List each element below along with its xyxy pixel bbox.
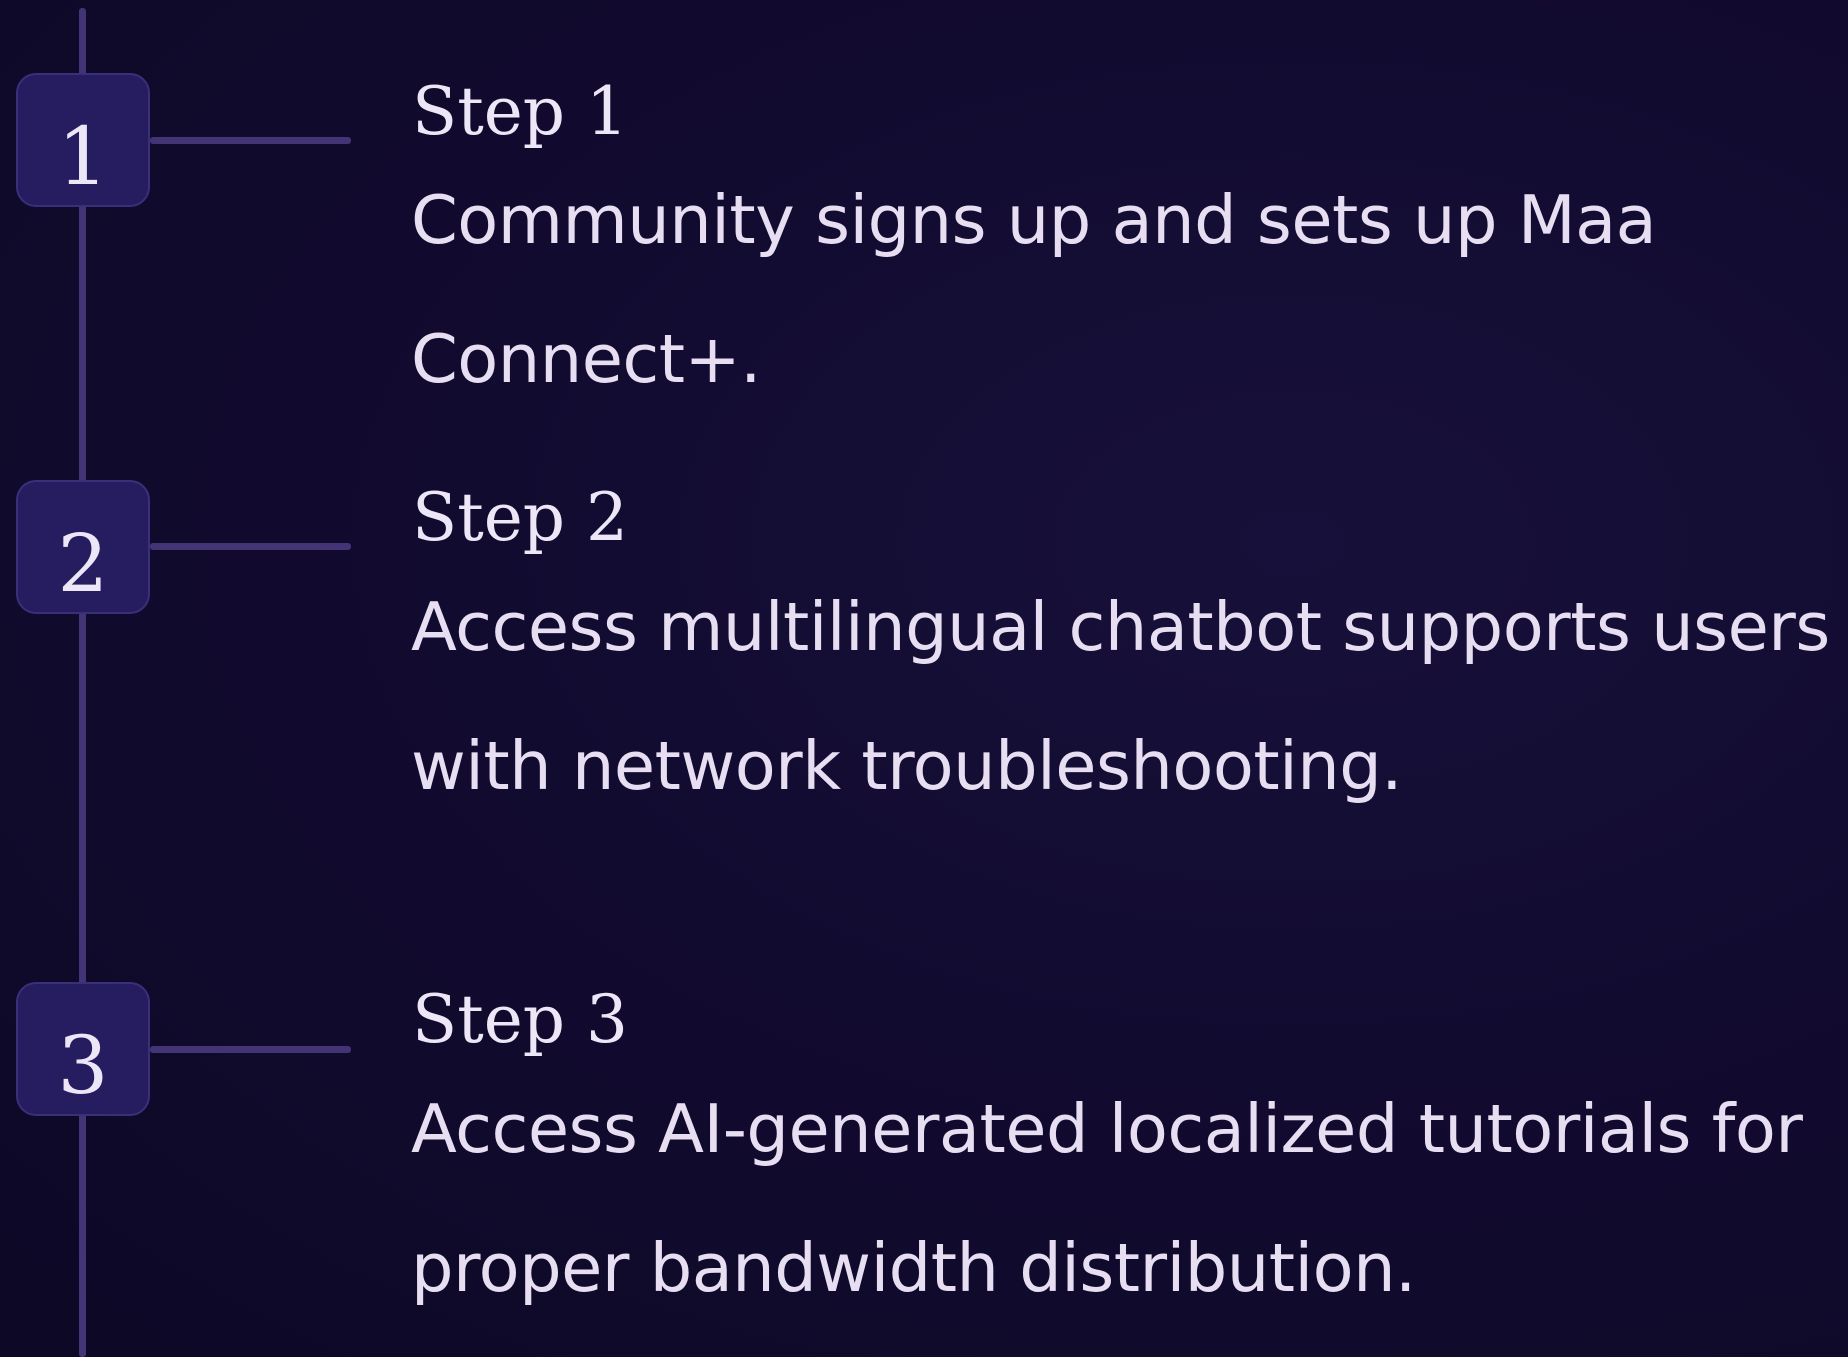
step-3-connector bbox=[150, 1046, 351, 1053]
step-1-badge: 1 bbox=[16, 73, 150, 207]
step-1-connector bbox=[150, 137, 351, 144]
step-2-number: 2 bbox=[57, 517, 109, 610]
step-3-number: 3 bbox=[57, 1019, 109, 1112]
step-1-description: Community signs up and sets up Maa Conne… bbox=[411, 181, 1657, 398]
timeline-vertical-line bbox=[79, 8, 86, 1357]
step-2-title: Step 2 bbox=[412, 479, 629, 556]
step-3-badge: 3 bbox=[16, 982, 150, 1116]
step-1-title: Step 1 bbox=[412, 73, 629, 150]
step-3-title: Step 3 bbox=[412, 981, 629, 1058]
step-3-description: Access AI-generated localized tutorials … bbox=[411, 1090, 1803, 1307]
step-2-description: Access multilingual chatbot supports use… bbox=[411, 588, 1830, 805]
step-2-badge: 2 bbox=[16, 480, 150, 614]
step-1-number: 1 bbox=[57, 110, 109, 203]
step-2-connector bbox=[150, 543, 351, 550]
steps-timeline: 1 Step 1 Community signs up and sets up … bbox=[0, 0, 1848, 1357]
